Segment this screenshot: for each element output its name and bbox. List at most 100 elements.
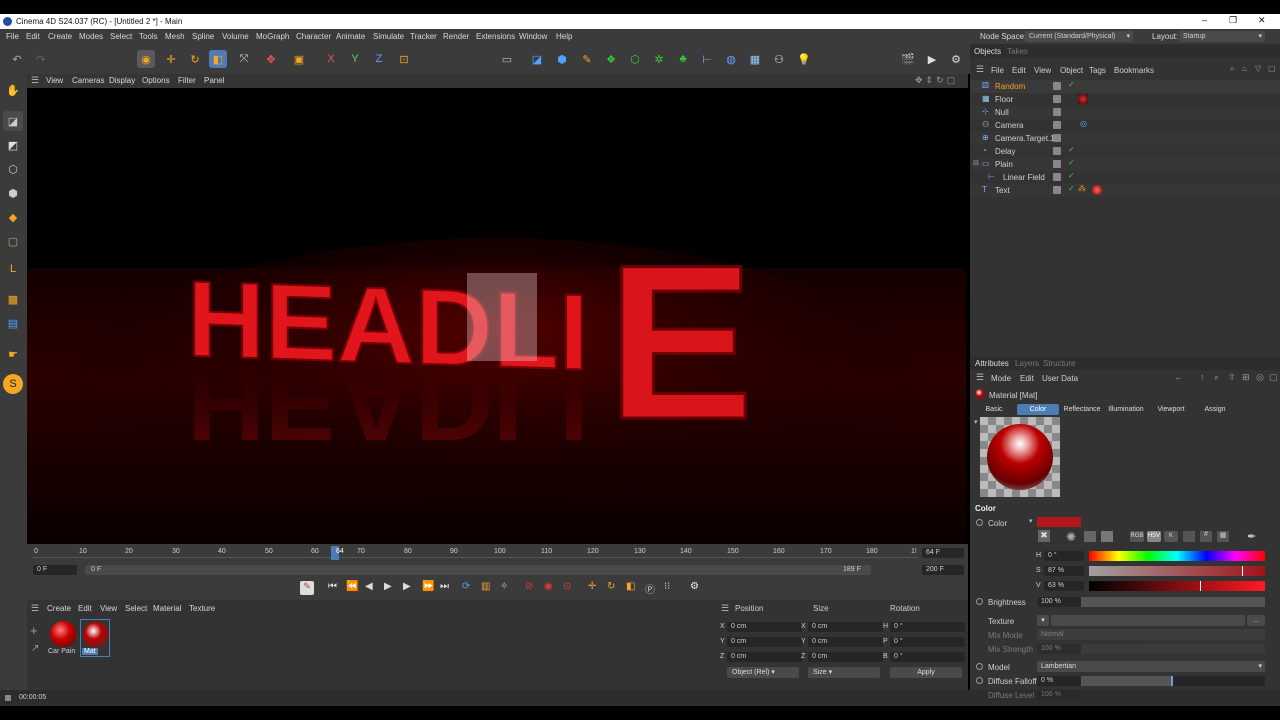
diffuse-level-field[interactable]: 100 % <box>1037 690 1081 700</box>
tab-attributes[interactable]: Attributes <box>975 359 1009 368</box>
viewport[interactable]: HEADLI HEADLI E <box>27 88 966 544</box>
rotate-tool-icon[interactable]: ↻ <box>186 50 204 68</box>
material-menu-create[interactable]: Create <box>47 604 71 613</box>
menu-select[interactable]: Select <box>110 32 132 41</box>
preview-range-slider[interactable]: 0 F 189 F <box>85 565 871 575</box>
visibility-toggle[interactable] <box>1053 147 1061 155</box>
cloner-icon[interactable]: ✲ <box>650 50 668 68</box>
checkmark-icon[interactable]: ✓ <box>1068 184 1075 193</box>
animation-dot-icon[interactable] <box>976 677 983 684</box>
checkmark-icon[interactable]: ✓ <box>1068 80 1075 89</box>
object-row-random[interactable]: ⚄ Random ✓ <box>970 80 1280 93</box>
viewport-nav-icons[interactable]: ✥⇕↻▢ <box>915 75 958 86</box>
render-region-icon[interactable]: ▭ <box>498 50 516 68</box>
menu-animate[interactable]: Animate <box>336 32 365 41</box>
value-marker[interactable] <box>1200 581 1201 591</box>
x-axis-icon[interactable]: X <box>322 50 340 68</box>
start-frame-field[interactable]: 0 F <box>33 565 77 575</box>
animation-dot-icon[interactable] <box>976 663 983 670</box>
material-menu-edit[interactable]: Edit <box>78 604 92 613</box>
key-position-icon[interactable]: ✛ <box>588 581 596 592</box>
render-picture-icon[interactable]: ▶ <box>923 50 941 68</box>
collapse-arrow-icon[interactable]: ▾ <box>1029 517 1033 525</box>
tab-objects[interactable]: Objects <box>974 47 1001 56</box>
attributes-menu-edit[interactable]: Edit <box>1020 374 1034 383</box>
primitive-cube-icon[interactable]: ⬢ <box>553 50 571 68</box>
home-icon[interactable]: ⌂ <box>1242 64 1247 73</box>
material-menu-material[interactable]: Material <box>153 604 181 613</box>
eyedropper-icon[interactable]: ✒ <box>1247 530 1256 543</box>
object-row-camera[interactable]: ⚇ Camera ◎ <box>970 119 1280 132</box>
animation-dot-icon[interactable] <box>976 598 983 605</box>
make-editable-icon[interactable]: ✋ <box>3 80 23 100</box>
prev-frame-icon[interactable]: ◀ <box>365 581 373 592</box>
key-scale-icon[interactable]: ◧ <box>626 581 635 592</box>
brightness-field[interactable]: 100 % <box>1037 597 1081 607</box>
tab-layers[interactable]: Layers <box>1015 359 1039 368</box>
subtab-color[interactable]: Color <box>1017 404 1059 415</box>
checkmark-icon[interactable]: ✓ <box>1068 158 1075 167</box>
menu-extensions[interactable]: Extensions <box>476 32 515 41</box>
move-tool-icon[interactable]: ✛ <box>162 50 180 68</box>
coordinate-mode-dropdown[interactable]: Object (Rel) ▾ <box>727 667 799 678</box>
camera-icon[interactable]: ⚇ <box>770 50 788 68</box>
bookmark-icon[interactable]: ⇧ <box>1228 372 1236 383</box>
menu-create[interactable]: Create <box>48 32 72 41</box>
visibility-toggle[interactable] <box>1053 82 1061 90</box>
hsv-mode-button[interactable]: HSV <box>1147 531 1161 542</box>
record-position-icon[interactable]: ⊘ <box>525 581 533 592</box>
object-row-camera-target[interactable]: ⊕ Camera.Target.1 <box>970 132 1280 145</box>
edges-mode-icon[interactable]: ⬢ <box>3 183 23 203</box>
attributes-menu-mode[interactable]: Mode <box>991 374 1011 383</box>
visibility-toggle[interactable] <box>1053 108 1061 116</box>
spline-pen-icon[interactable]: ✎ <box>578 50 596 68</box>
saturation-slider[interactable] <box>1089 566 1265 576</box>
add-material-icon[interactable]: + <box>30 623 38 638</box>
apply-button[interactable]: Apply <box>890 667 962 678</box>
timeline-settings-icon[interactable]: ⚙ <box>690 581 699 592</box>
menu-mograph[interactable]: MoGraph <box>256 32 289 41</box>
extrude-icon[interactable]: ⬡ <box>626 50 644 68</box>
texture-mode-icon[interactable]: ◩ <box>3 135 23 155</box>
points-mode-icon[interactable]: ⬡ <box>3 159 23 179</box>
viewport-menu-panel[interactable]: Panel <box>204 76 224 85</box>
go-to-end-icon[interactable]: ⏭ <box>440 581 449 592</box>
object-row-delay[interactable]: ◔ Delay ✓ <box>970 145 1280 158</box>
key-rotation-icon[interactable]: ↻ <box>607 581 615 592</box>
transform-tool-icon[interactable]: ⤧ <box>235 50 253 68</box>
objects-menu-object[interactable]: Object <box>1060 66 1083 75</box>
checkmark-icon[interactable]: ✓ <box>1068 145 1075 154</box>
subdivision-icon[interactable]: ❖ <box>602 50 620 68</box>
subtab-illumination[interactable]: Illumination <box>1105 404 1147 415</box>
model-dropdown[interactable]: Lambertian ▾ <box>1037 661 1265 672</box>
menu-volume[interactable]: Volume <box>222 32 249 41</box>
keyframe-filter-icon[interactable]: ▥ <box>481 581 490 592</box>
prev-key-icon[interactable]: ⏪ <box>346 581 358 592</box>
redo-icon[interactable]: ↷ <box>32 50 50 68</box>
next-frame-icon[interactable]: ▶ <box>403 581 411 592</box>
loop-icon[interactable]: ⟳ <box>462 581 470 592</box>
hamburger-icon[interactable]: ☰ <box>31 603 39 614</box>
size-x-field[interactable]: 0 cm <box>808 622 883 632</box>
viewport-menu-view[interactable]: View <box>46 76 63 85</box>
hamburger-icon[interactable]: ☰ <box>976 64 984 75</box>
object-row-floor[interactable]: ▦ Floor <box>970 93 1280 106</box>
mix-strength-field[interactable]: 100 % <box>1037 644 1081 654</box>
size-mode-dropdown[interactable]: Size ▾ <box>808 667 880 678</box>
object-mode-icon[interactable]: ▣ <box>290 50 308 68</box>
position-x-field[interactable]: 0 cm <box>727 622 802 632</box>
axis-mode-icon[interactable]: L <box>3 259 23 279</box>
menu-tools[interactable]: Tools <box>139 32 158 41</box>
record-icon[interactable]: ✎ <box>300 581 314 595</box>
up-arrow-icon[interactable]: ↑ <box>1200 372 1205 382</box>
close-button[interactable]: ✕ <box>1258 15 1266 26</box>
hamburger-icon[interactable]: ☰ <box>721 603 729 614</box>
material-tag-icon[interactable] <box>1078 94 1088 104</box>
mix-strength-slider[interactable] <box>1081 644 1265 654</box>
diffuse-falloff-slider[interactable] <box>1081 676 1265 686</box>
swatches-icon[interactable] <box>1101 531 1113 542</box>
viewport-menu-cameras[interactable]: Cameras <box>72 76 104 85</box>
image-icon[interactable] <box>1084 531 1096 542</box>
record-scale-icon[interactable]: ⊙ <box>563 581 571 592</box>
saturation-marker[interactable] <box>1242 566 1243 576</box>
